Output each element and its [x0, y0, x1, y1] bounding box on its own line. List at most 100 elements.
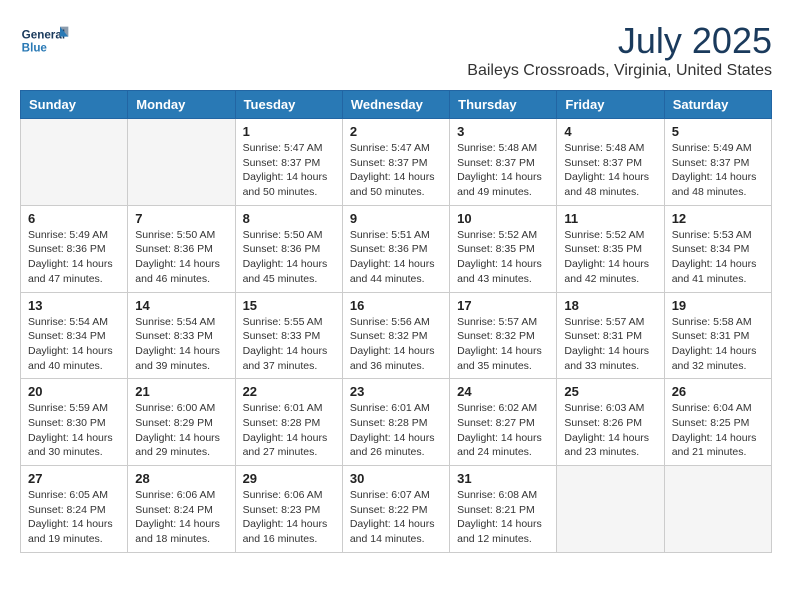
- day-number: 6: [28, 211, 120, 226]
- day-number: 18: [564, 298, 656, 313]
- day-info: Sunrise: 5:52 AM Sunset: 8:35 PM Dayligh…: [564, 228, 656, 287]
- calendar-table: Sunday Monday Tuesday Wednesday Thursday…: [20, 90, 772, 553]
- calendar-cell: 16Sunrise: 5:56 AM Sunset: 8:32 PM Dayli…: [342, 292, 449, 379]
- calendar-cell: 12 Sunrise: 5:53 AM Sunset: 8:34 PM Dayli…: [664, 205, 771, 292]
- calendar-cell: 18 Sunrise: 5:57 AM Sunset: 8:31 PM Dayli…: [557, 292, 664, 379]
- day-number: 9: [350, 211, 442, 226]
- day-info: Sunrise: 5:57 AM Sunset: 8:32 PM Dayligh…: [457, 315, 549, 374]
- title-section: July 2025 Baileys Crossroads, Virginia, …: [467, 20, 772, 80]
- header-monday: Monday: [128, 91, 235, 119]
- calendar-cell: 30 Sunrise: 6:07 AM Sunset: 8:22 PM Dayli…: [342, 466, 449, 553]
- day-info: Sunrise: 5:55 AM Sunset: 8:33 PM Dayligh…: [243, 315, 335, 374]
- day-number: 1: [243, 124, 335, 139]
- day-info: Sunrise: 6:02 AM Sunset: 8:27 PM Dayligh…: [457, 401, 549, 460]
- calendar-cell: 7 Sunrise: 5:50 AM Sunset: 8:36 PM Daylig…: [128, 205, 235, 292]
- calendar-cell: 21Sunrise: 6:00 AM Sunset: 8:29 PM Dayli…: [128, 379, 235, 466]
- day-info: Sunrise: 5:50 AM Sunset: 8:36 PM Dayligh…: [243, 228, 335, 287]
- day-number: 7: [135, 211, 227, 226]
- page-header: General Blue July 2025 Baileys Crossroad…: [20, 20, 772, 80]
- location-title: Baileys Crossroads, Virginia, United Sta…: [467, 62, 772, 80]
- day-number: 12: [672, 211, 764, 226]
- calendar-cell: 10 Sunrise: 5:52 AM Sunset: 8:35 PM Dayli…: [450, 205, 557, 292]
- day-number: 15: [243, 298, 335, 313]
- calendar-week-4: 20 Sunrise: 5:59 AM Sunset: 8:30 PM Dayli…: [21, 379, 772, 466]
- month-title: July 2025: [467, 20, 772, 62]
- header-saturday: Saturday: [664, 91, 771, 119]
- calendar-cell: 25Sunrise: 6:03 AM Sunset: 8:26 PM Dayli…: [557, 379, 664, 466]
- day-info: Sunrise: 6:08 AM Sunset: 8:21 PM Dayligh…: [457, 488, 549, 547]
- day-number: 30: [350, 471, 442, 486]
- calendar-cell: 23Sunrise: 6:01 AM Sunset: 8:28 PM Dayli…: [342, 379, 449, 466]
- day-number: 22: [243, 384, 335, 399]
- day-info: Sunrise: 6:07 AM Sunset: 8:22 PM Dayligh…: [350, 488, 442, 547]
- day-number: 28: [135, 471, 227, 486]
- day-info: Sunrise: 5:49 AM Sunset: 8:37 PM Dayligh…: [672, 141, 764, 200]
- day-number: 10: [457, 211, 549, 226]
- day-info: Sunrise: 5:50 AM Sunset: 8:36 PM Dayligh…: [135, 228, 227, 287]
- calendar-cell: 9 Sunrise: 5:51 AM Sunset: 8:36 PM Daylig…: [342, 205, 449, 292]
- calendar-cell: 6Sunrise: 5:49 AM Sunset: 8:36 PM Daylig…: [21, 205, 128, 292]
- day-number: 20: [28, 384, 120, 399]
- day-number: 3: [457, 124, 549, 139]
- calendar-cell: 1 Sunrise: 5:47 AM Sunset: 8:37 PM Daylig…: [235, 119, 342, 206]
- day-info: Sunrise: 5:48 AM Sunset: 8:37 PM Dayligh…: [564, 141, 656, 200]
- day-number: 8: [243, 211, 335, 226]
- day-info: Sunrise: 6:04 AM Sunset: 8:25 PM Dayligh…: [672, 401, 764, 460]
- day-info: Sunrise: 5:59 AM Sunset: 8:30 PM Dayligh…: [28, 401, 120, 460]
- logo: General Blue: [20, 20, 70, 60]
- day-number: 27: [28, 471, 120, 486]
- day-number: 16: [350, 298, 442, 313]
- day-info: Sunrise: 5:52 AM Sunset: 8:35 PM Dayligh…: [457, 228, 549, 287]
- svg-text:Blue: Blue: [22, 42, 48, 55]
- calendar-week-2: 6Sunrise: 5:49 AM Sunset: 8:36 PM Daylig…: [21, 205, 772, 292]
- header-sunday: Sunday: [21, 91, 128, 119]
- calendar-cell: [128, 119, 235, 206]
- calendar-cell: 8 Sunrise: 5:50 AM Sunset: 8:36 PM Daylig…: [235, 205, 342, 292]
- day-number: 11: [564, 211, 656, 226]
- calendar-cell: 29 Sunrise: 6:06 AM Sunset: 8:23 PM Dayli…: [235, 466, 342, 553]
- day-info: Sunrise: 6:01 AM Sunset: 8:28 PM Dayligh…: [350, 401, 442, 460]
- day-info: Sunrise: 5:47 AM Sunset: 8:37 PM Dayligh…: [243, 141, 335, 200]
- day-info: Sunrise: 6:05 AM Sunset: 8:24 PM Dayligh…: [28, 488, 120, 547]
- calendar-cell: [557, 466, 664, 553]
- day-info: Sunrise: 5:51 AM Sunset: 8:36 PM Dayligh…: [350, 228, 442, 287]
- day-info: Sunrise: 5:47 AM Sunset: 8:37 PM Dayligh…: [350, 141, 442, 200]
- day-info: Sunrise: 5:54 AM Sunset: 8:34 PM Dayligh…: [28, 315, 120, 374]
- calendar-cell: 24 Sunrise: 6:02 AM Sunset: 8:27 PM Dayli…: [450, 379, 557, 466]
- calendar-week-1: 1 Sunrise: 5:47 AM Sunset: 8:37 PM Daylig…: [21, 119, 772, 206]
- calendar-cell: 3 Sunrise: 5:48 AM Sunset: 8:37 PM Daylig…: [450, 119, 557, 206]
- day-info: Sunrise: 6:06 AM Sunset: 8:24 PM Dayligh…: [135, 488, 227, 547]
- header-wednesday: Wednesday: [342, 91, 449, 119]
- day-info: Sunrise: 5:57 AM Sunset: 8:31 PM Dayligh…: [564, 315, 656, 374]
- day-number: 31: [457, 471, 549, 486]
- day-number: 26: [672, 384, 764, 399]
- header-friday: Friday: [557, 91, 664, 119]
- calendar-cell: 11 Sunrise: 5:52 AM Sunset: 8:35 PM Dayli…: [557, 205, 664, 292]
- calendar-cell: 27 Sunrise: 6:05 AM Sunset: 8:24 PM Dayli…: [21, 466, 128, 553]
- day-info: Sunrise: 5:54 AM Sunset: 8:33 PM Dayligh…: [135, 315, 227, 374]
- day-info: Sunrise: 6:06 AM Sunset: 8:23 PM Dayligh…: [243, 488, 335, 547]
- day-info: Sunrise: 6:03 AM Sunset: 8:26 PM Dayligh…: [564, 401, 656, 460]
- day-info: Sunrise: 5:53 AM Sunset: 8:34 PM Dayligh…: [672, 228, 764, 287]
- day-info: Sunrise: 5:48 AM Sunset: 8:37 PM Dayligh…: [457, 141, 549, 200]
- day-number: 19: [672, 298, 764, 313]
- logo-icon: General Blue: [20, 20, 70, 60]
- calendar-cell: [664, 466, 771, 553]
- calendar-cell: 26 Sunrise: 6:04 AM Sunset: 8:25 PM Dayli…: [664, 379, 771, 466]
- calendar-cell: 22Sunrise: 6:01 AM Sunset: 8:28 PM Dayli…: [235, 379, 342, 466]
- calendar-cell: 20 Sunrise: 5:59 AM Sunset: 8:30 PM Dayli…: [21, 379, 128, 466]
- header-thursday: Thursday: [450, 91, 557, 119]
- calendar-cell: 28 Sunrise: 6:06 AM Sunset: 8:24 PM Dayli…: [128, 466, 235, 553]
- calendar-cell: [21, 119, 128, 206]
- day-number: 4: [564, 124, 656, 139]
- calendar-cell: 17Sunrise: 5:57 AM Sunset: 8:32 PM Dayli…: [450, 292, 557, 379]
- day-number: 21: [135, 384, 227, 399]
- calendar-cell: 14Sunrise: 5:54 AM Sunset: 8:33 PM Dayli…: [128, 292, 235, 379]
- calendar-cell: 31 Sunrise: 6:08 AM Sunset: 8:21 PM Dayli…: [450, 466, 557, 553]
- calendar-header-row: Sunday Monday Tuesday Wednesday Thursday…: [21, 91, 772, 119]
- day-number: 24: [457, 384, 549, 399]
- calendar-cell: 13Sunrise: 5:54 AM Sunset: 8:34 PM Dayli…: [21, 292, 128, 379]
- calendar-week-5: 27 Sunrise: 6:05 AM Sunset: 8:24 PM Dayli…: [21, 466, 772, 553]
- header-tuesday: Tuesday: [235, 91, 342, 119]
- day-number: 29: [243, 471, 335, 486]
